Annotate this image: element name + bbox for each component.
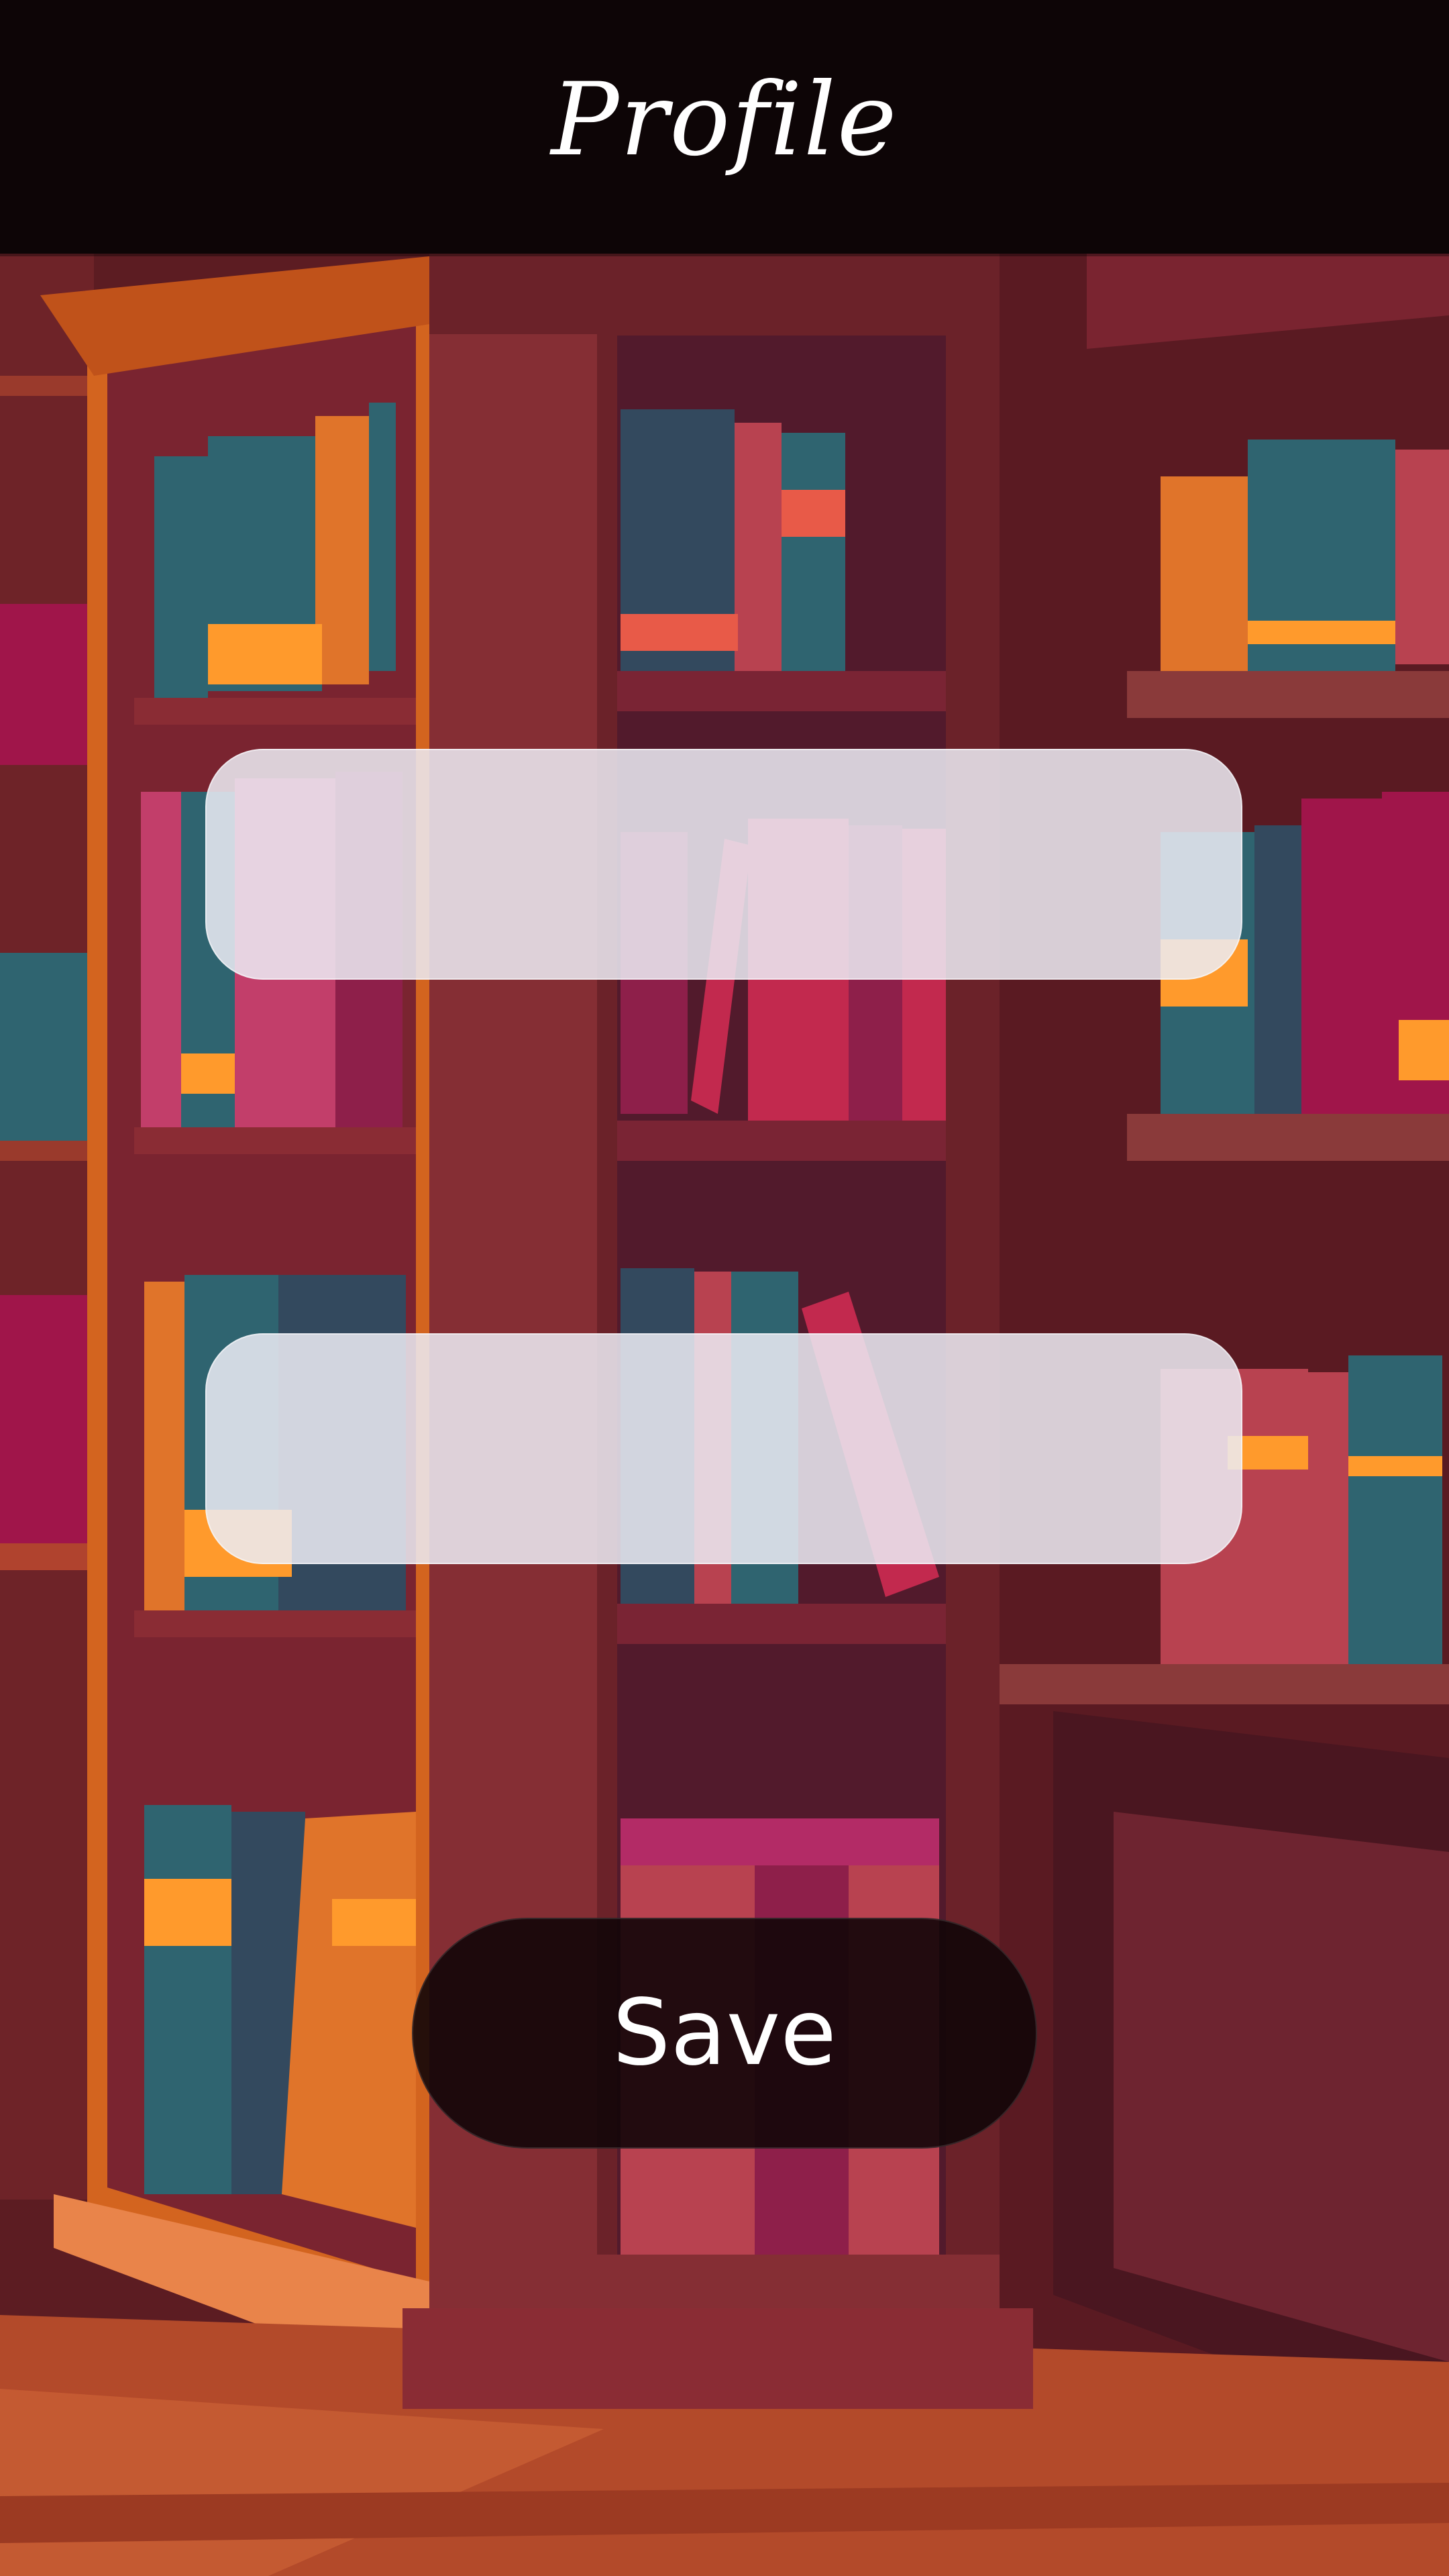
profile-text-field-2[interactable]	[205, 1333, 1242, 1564]
header-bar: Profile	[0, 0, 1449, 254]
profile-text-field-1[interactable]	[205, 749, 1242, 980]
page-title: Profile	[551, 62, 898, 178]
save-button-label: Save	[612, 1980, 837, 2086]
profile-screen: Profile Save	[0, 0, 1449, 2576]
save-button[interactable]: Save	[412, 1918, 1037, 2149]
library-bookshelf-illustration	[0, 0, 1449, 2576]
